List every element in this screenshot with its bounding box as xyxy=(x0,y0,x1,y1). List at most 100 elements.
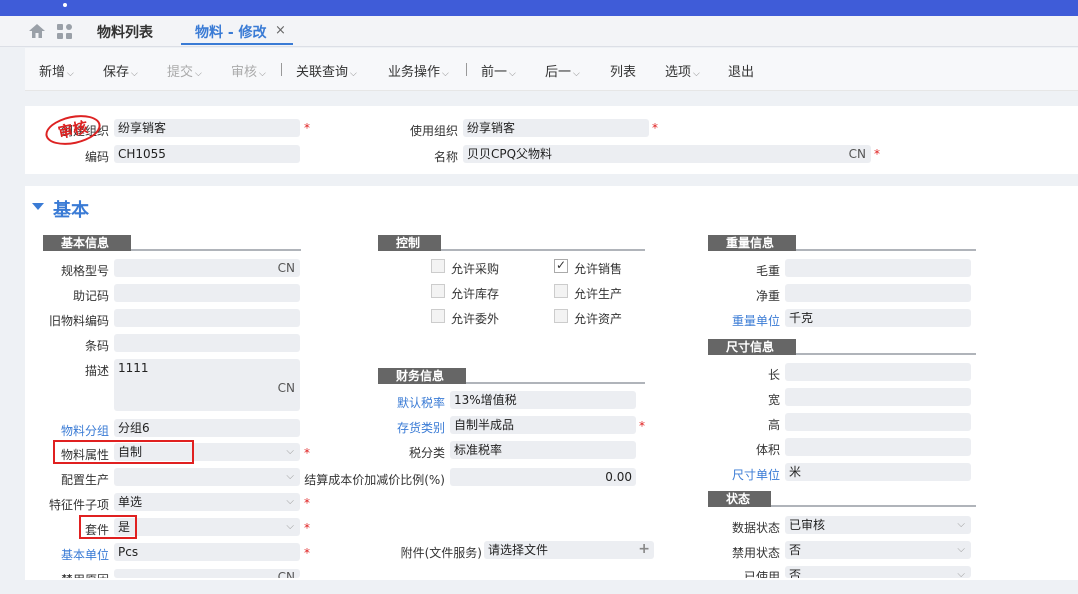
highlight-box xyxy=(53,440,194,464)
stock-category-label[interactable]: 存货类别 xyxy=(380,419,445,436)
old-code-label: 旧物料编码 xyxy=(48,314,109,328)
next-label: 后一 xyxy=(545,65,572,80)
section-title-basic[interactable]: 基本 xyxy=(53,196,89,222)
base-unit-field[interactable]: Pcs xyxy=(114,543,300,561)
control-title: 控制 xyxy=(378,235,441,251)
create-org-field[interactable]: 纷享销客 xyxy=(114,119,300,137)
feature-item-value: 单选 xyxy=(118,495,143,509)
chevron-down-icon: ⌵ xyxy=(509,69,516,79)
tax-rate-field[interactable]: 13%增值税 xyxy=(450,391,636,409)
language-cn-icon[interactable]: CN xyxy=(278,569,295,578)
language-cn-icon[interactable]: CN xyxy=(278,379,295,397)
old-code-field[interactable] xyxy=(114,309,300,327)
cost-ratio-label: 结算成本价加减价比例(%) xyxy=(304,473,445,487)
chevron-down-icon[interactable]: ⌵ xyxy=(957,541,965,559)
new-button[interactable]: 新增 ⌵ xyxy=(39,61,74,80)
forbid-status-value: 否 xyxy=(789,543,802,557)
material-group-label[interactable]: 物料分组 xyxy=(40,422,109,439)
new-label: 新增 xyxy=(39,65,66,80)
allow-produce-checkbox[interactable] xyxy=(554,284,568,298)
language-cn-icon[interactable]: CN xyxy=(849,145,866,163)
tax-class-field[interactable]: 标准税率 xyxy=(450,441,636,459)
language-cn-icon[interactable]: CN xyxy=(278,259,295,277)
related-query-button[interactable]: 关联查询 ⌵ xyxy=(296,61,357,80)
top-bar xyxy=(0,0,1078,16)
gross-weight-field[interactable] xyxy=(785,259,971,277)
chevron-down-icon[interactable]: ⌵ xyxy=(286,468,294,486)
save-button[interactable]: 保存 ⌵ xyxy=(103,61,138,80)
add-icon[interactable]: + xyxy=(638,541,650,558)
length-field[interactable] xyxy=(785,363,971,381)
home-icon[interactable] xyxy=(29,24,45,38)
gross-weight-label: 毛重 xyxy=(755,264,780,278)
list-button[interactable]: 列表 xyxy=(610,61,636,80)
height-field[interactable] xyxy=(785,413,971,431)
tab-material-list[interactable]: 物料列表 xyxy=(97,22,153,42)
options-button[interactable]: 选项 ⌵ xyxy=(665,61,700,80)
kit-select[interactable]: 是 ⌵ xyxy=(114,518,300,536)
used-value: 否 xyxy=(789,568,802,578)
mnemonic-field[interactable] xyxy=(114,284,300,302)
chevron-down-icon: ⌵ xyxy=(195,69,202,79)
height-label: 高 xyxy=(767,418,780,432)
stock-category-field[interactable]: 自制半成品 xyxy=(450,416,636,434)
spec-field[interactable]: CN xyxy=(114,259,300,277)
chevron-down-icon[interactable]: ⌵ xyxy=(286,518,294,536)
material-group-field[interactable]: 分组6 xyxy=(114,419,300,437)
allow-sale-label: 允许销售 xyxy=(574,262,623,276)
forbid-reason-field[interactable]: CN xyxy=(114,569,300,578)
size-unit-label[interactable]: 尺寸单位 xyxy=(720,466,780,483)
config-production-select[interactable]: ⌵ xyxy=(114,468,300,486)
active-tab-underline xyxy=(181,43,293,45)
allow-purchase-checkbox[interactable] xyxy=(431,259,445,273)
cost-ratio-field[interactable]: 0.00 xyxy=(450,468,636,486)
chevron-down-icon[interactable]: ⌵ xyxy=(286,493,294,511)
data-status-value: 已审核 xyxy=(789,518,826,532)
chevron-down-icon[interactable]: ⌵ xyxy=(957,566,965,578)
close-icon[interactable]: × xyxy=(275,23,286,38)
tab-material-edit[interactable]: 物料 - 修改 xyxy=(195,22,267,42)
tax-rate-label[interactable]: 默认税率 xyxy=(380,394,445,411)
description-field[interactable]: 1111 CN xyxy=(114,359,300,411)
prev-button[interactable]: 前一 ⌵ xyxy=(481,61,516,80)
audit-button[interactable]: 审核 ⌵ xyxy=(231,61,266,80)
submit-button[interactable]: 提交 ⌵ xyxy=(167,61,202,80)
attachment-field[interactable]: 请选择文件 + xyxy=(484,541,654,559)
apps-icon[interactable] xyxy=(57,24,73,40)
barcode-field[interactable] xyxy=(114,334,300,352)
next-button[interactable]: 后一 ⌵ xyxy=(545,61,580,80)
size-title: 尺寸信息 xyxy=(708,339,796,355)
data-status-select[interactable]: 已审核 ⌵ xyxy=(785,516,971,534)
allow-sale-checkbox[interactable] xyxy=(554,258,568,273)
save-label: 保存 xyxy=(103,65,130,80)
indicator-dot xyxy=(63,3,67,7)
allow-asset-checkbox[interactable] xyxy=(554,309,568,323)
code-field[interactable]: CH1055 xyxy=(114,145,300,163)
base-unit-label[interactable]: 基本单位 xyxy=(40,546,109,563)
allow-outsource-checkbox[interactable] xyxy=(431,309,445,323)
forbid-status-label: 禁用状态 xyxy=(731,546,780,560)
net-weight-field[interactable] xyxy=(785,284,971,302)
name-field[interactable]: 贝贝CPQ父物料 CN xyxy=(463,145,871,163)
required-mark: * xyxy=(639,419,645,433)
used-select[interactable]: 否 ⌵ xyxy=(785,566,971,578)
weight-unit-label[interactable]: 重量单位 xyxy=(720,312,780,329)
size-unit-field[interactable]: 米 xyxy=(785,463,971,481)
allow-asset-label: 允许资产 xyxy=(574,312,623,326)
collapse-triangle-icon[interactable] xyxy=(32,203,44,210)
used-label: 已使用 xyxy=(743,570,780,578)
width-field[interactable] xyxy=(785,388,971,406)
feature-item-select[interactable]: 单选 ⌵ xyxy=(114,493,300,511)
allow-stock-checkbox[interactable] xyxy=(431,284,445,298)
business-ops-button[interactable]: 业务操作 ⌵ xyxy=(388,61,449,80)
volume-field[interactable] xyxy=(785,438,971,456)
width-label: 宽 xyxy=(767,393,780,407)
chevron-down-icon[interactable]: ⌵ xyxy=(286,443,294,461)
net-weight-label: 净重 xyxy=(755,289,780,303)
forbid-status-select[interactable]: 否 ⌵ xyxy=(785,541,971,559)
exit-button[interactable]: 退出 xyxy=(728,61,754,80)
chevron-down-icon[interactable]: ⌵ xyxy=(957,516,965,534)
use-org-field[interactable]: 纷享销客 xyxy=(463,119,649,137)
required-mark: * xyxy=(874,147,880,161)
weight-unit-field[interactable]: 千克 xyxy=(785,309,971,327)
